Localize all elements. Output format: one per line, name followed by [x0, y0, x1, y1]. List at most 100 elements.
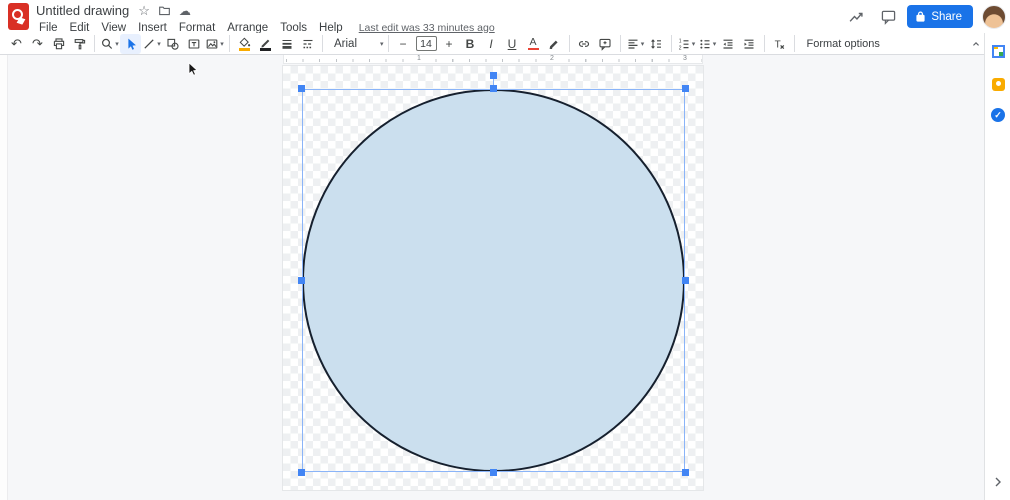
document-status-cloud-icon[interactable]: ☁	[179, 5, 191, 17]
google-keep-icon[interactable]	[985, 71, 1010, 97]
redo-button[interactable]: ↷	[27, 34, 48, 54]
select-arrow-icon	[127, 38, 136, 50]
resize-handle-bottom-center[interactable]	[490, 469, 497, 476]
tasks-check-icon: ✓	[991, 108, 1005, 122]
chevron-up-icon	[972, 41, 979, 46]
move-folder-icon[interactable]	[158, 4, 171, 17]
comments-icon[interactable]	[875, 4, 901, 30]
ruler-label-1: 1	[416, 55, 422, 63]
svg-text:2: 2	[679, 45, 682, 50]
title-block: Untitled drawing ☆ ☁ File Edit View Inse…	[36, 2, 495, 35]
resize-handle-top-center[interactable]	[490, 85, 497, 92]
menu-file[interactable]: File	[36, 22, 64, 34]
header: Untitled drawing ☆ ☁ File Edit View Inse…	[0, 0, 1010, 35]
google-tasks-icon[interactable]: ✓	[985, 102, 1010, 128]
line-spacing-button[interactable]	[646, 34, 667, 54]
ruler-label-2: 2	[549, 55, 555, 63]
font-family-select[interactable]: Arial ▾	[327, 34, 384, 54]
caret-down-icon: ▾	[220, 40, 224, 48]
menu-format[interactable]: Format	[173, 22, 221, 34]
chevron-right-icon	[995, 477, 1001, 487]
caret-down-icon: ▾	[640, 40, 645, 48]
drawing-canvas[interactable]	[283, 66, 703, 490]
hide-menus-button[interactable]	[965, 34, 986, 54]
numbered-list-button[interactable]: 12 ▾	[676, 34, 697, 54]
bold-button[interactable]: B	[460, 34, 481, 54]
share-button[interactable]: Share	[907, 5, 973, 28]
insert-link-button[interactable]	[574, 34, 595, 54]
line-tool[interactable]: ▾	[141, 34, 162, 54]
increase-font-size-button[interactable]: +	[439, 34, 460, 54]
select-tool[interactable]	[120, 33, 141, 54]
resize-handle-middle-right[interactable]	[682, 277, 689, 284]
lock-icon	[916, 11, 925, 22]
clear-formatting-button[interactable]: T	[769, 34, 790, 54]
text-color-button[interactable]: A	[523, 34, 544, 54]
vertical-ruler	[0, 55, 8, 500]
align-button[interactable]: ▾	[625, 34, 646, 54]
insert-comment-button[interactable]	[595, 34, 616, 54]
rotation-handle[interactable]	[490, 72, 497, 79]
menu-arrange[interactable]: Arrange	[221, 22, 274, 34]
menu-help[interactable]: Help	[313, 22, 349, 34]
selection-bounding-box	[302, 89, 685, 472]
horizontal-ruler: 1 2 3	[283, 55, 703, 64]
mouse-cursor	[188, 62, 199, 76]
border-color-swatch	[260, 48, 271, 51]
svg-text:T: T	[775, 39, 781, 50]
highlight-color-button[interactable]	[544, 34, 565, 54]
resize-handle-bottom-left[interactable]	[298, 469, 305, 476]
caret-down-icon: ▾	[712, 40, 717, 48]
fill-color-swatch	[239, 48, 250, 51]
print-button[interactable]	[48, 34, 69, 54]
decrease-font-size-button[interactable]: −	[393, 34, 414, 54]
last-edit-link[interactable]: Last edit was 33 minutes ago	[359, 22, 495, 34]
resize-handle-bottom-right[interactable]	[682, 469, 689, 476]
increase-indent-button[interactable]	[739, 34, 760, 54]
share-label: Share	[931, 10, 962, 23]
zoom-tool[interactable]: ▾	[99, 34, 120, 54]
document-title[interactable]: Untitled drawing	[36, 3, 129, 18]
side-panel: ✓	[984, 33, 1010, 500]
border-weight-button[interactable]	[276, 34, 297, 54]
activity-trend-icon[interactable]	[843, 4, 869, 30]
svg-text:1: 1	[679, 38, 682, 44]
google-drawings-app: Untitled drawing ☆ ☁ File Edit View Inse…	[0, 0, 1010, 500]
drawings-logo-icon[interactable]	[8, 3, 29, 30]
text-color-letter: A	[529, 36, 537, 48]
undo-button[interactable]: ↶	[6, 34, 27, 54]
menu-edit[interactable]: Edit	[64, 22, 96, 34]
hide-side-panel-button[interactable]	[985, 476, 1010, 488]
caret-down-icon: ▾	[157, 40, 161, 48]
fill-color-button[interactable]	[234, 34, 255, 54]
insert-image-tool[interactable]: ▾	[204, 34, 225, 54]
format-options-button[interactable]: Format options	[799, 34, 888, 54]
resize-handle-middle-left[interactable]	[298, 277, 305, 284]
resize-handle-top-left[interactable]	[298, 85, 305, 92]
google-calendar-icon[interactable]	[985, 38, 1010, 64]
font-family-value: Arial	[334, 37, 358, 50]
shape-tool[interactable]	[162, 34, 183, 54]
italic-button[interactable]: I	[481, 34, 502, 54]
caret-down-icon: ▾	[380, 40, 384, 48]
decrease-indent-button[interactable]	[718, 34, 739, 54]
star-icon[interactable]: ☆	[138, 4, 150, 17]
border-color-button[interactable]	[255, 34, 276, 54]
caret-down-icon: ▾	[115, 40, 119, 48]
paint-format-button[interactable]	[69, 34, 90, 54]
caret-down-icon: ▾	[691, 40, 696, 48]
underline-button[interactable]: U	[502, 34, 523, 54]
text-box-tool[interactable]	[183, 34, 204, 54]
text-color-swatch	[527, 47, 539, 50]
menu-view[interactable]: View	[95, 22, 132, 34]
account-avatar[interactable]	[982, 4, 1006, 29]
workspace: 1 2 3	[0, 55, 985, 500]
menu-tools[interactable]: Tools	[274, 22, 313, 34]
bulleted-list-button[interactable]: ▾	[697, 34, 718, 54]
resize-handle-top-right[interactable]	[682, 85, 689, 92]
border-dash-button[interactable]	[297, 34, 318, 54]
ruler-ticks	[286, 59, 702, 62]
menu-insert[interactable]: Insert	[132, 22, 173, 34]
selected-shape-group	[298, 72, 689, 476]
font-size-input[interactable]: 14	[415, 36, 437, 51]
